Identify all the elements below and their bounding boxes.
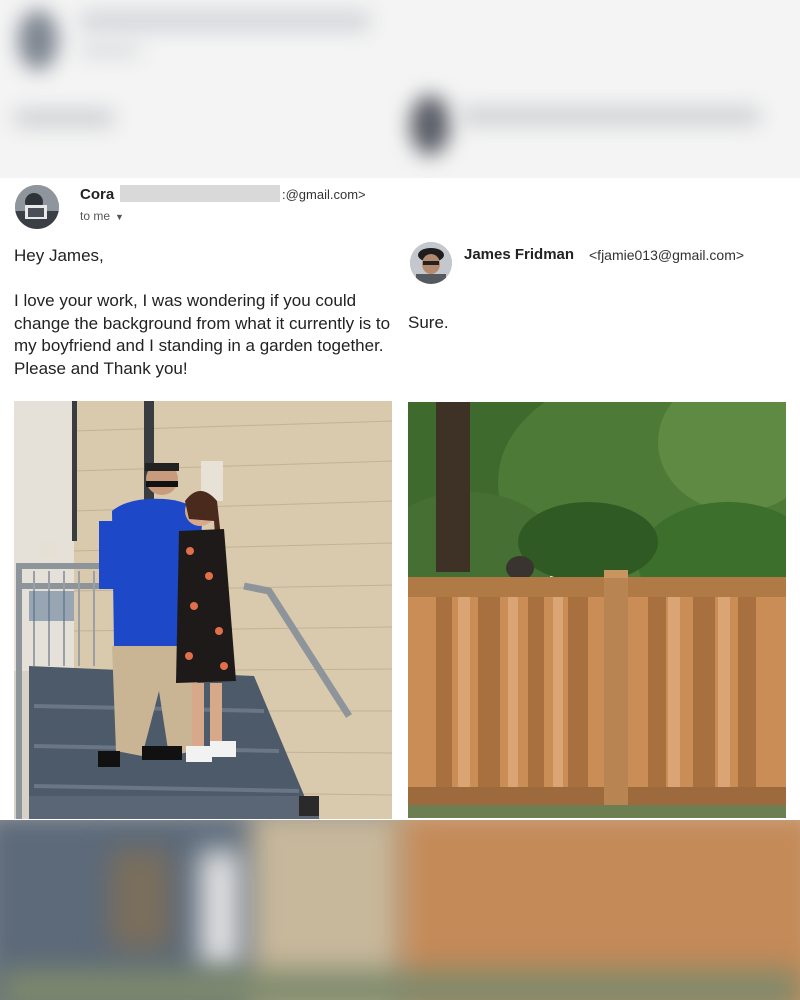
reply-sender-name[interactable]: James Fridman	[464, 246, 574, 263]
reply-avatar[interactable]	[410, 242, 452, 284]
redacted-email-bar	[120, 185, 280, 202]
blurred-footer-region	[0, 820, 800, 1000]
original-photo	[14, 401, 392, 819]
sender-avatar[interactable]	[15, 185, 59, 229]
sender-name[interactable]: Cora	[80, 186, 114, 203]
reply-sender-email: <fjamie013@gmail.com>	[589, 247, 745, 263]
recipient-dropdown[interactable]: to me ▼	[80, 209, 124, 223]
sender-email: :@gmail.com>	[282, 187, 366, 202]
edited-photo	[408, 402, 786, 818]
blurred-header-region	[0, 0, 800, 178]
reply-body: Sure.	[408, 313, 449, 332]
recipient-label: to me	[80, 209, 111, 223]
email-body: I love your work, I was wondering if you…	[14, 291, 391, 378]
chevron-down-icon[interactable]: ▼	[115, 212, 124, 222]
email-greeting: Hey James,	[14, 246, 104, 265]
